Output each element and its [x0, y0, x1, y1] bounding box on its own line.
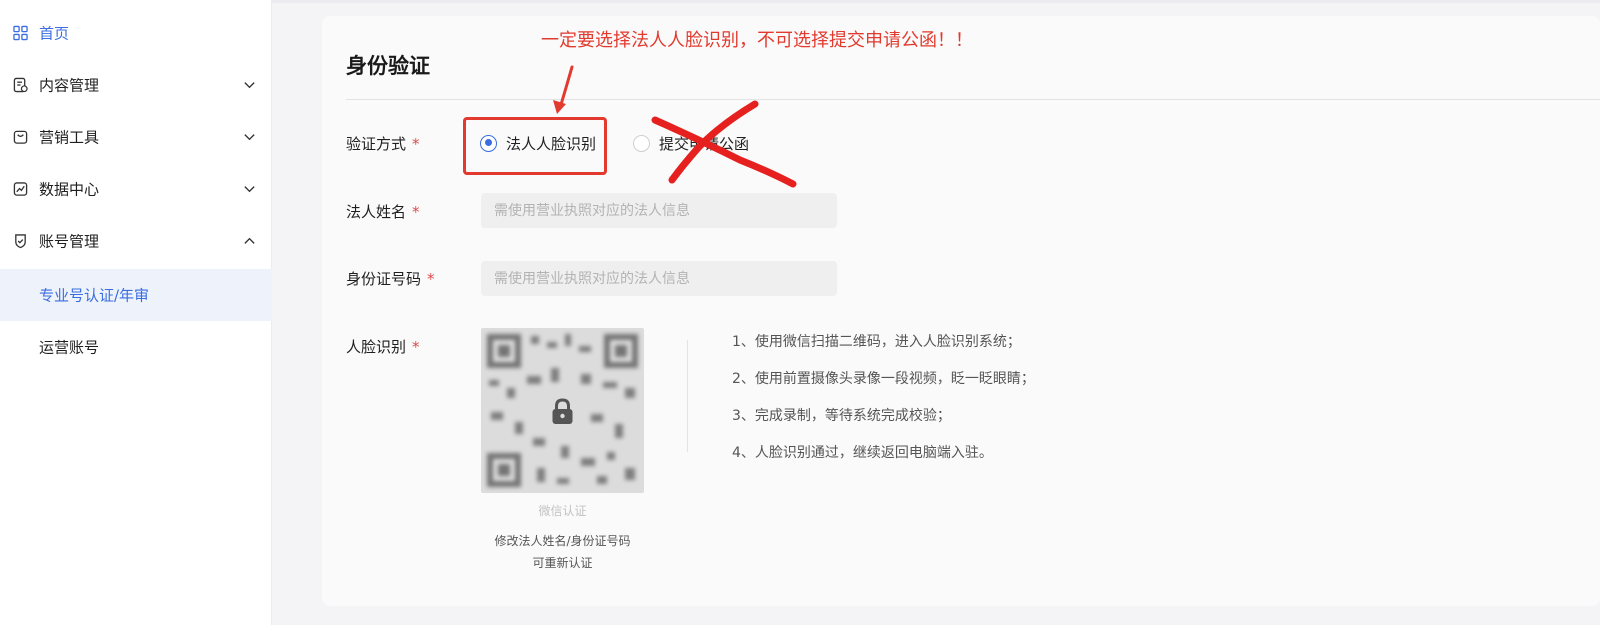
radio-button[interactable] [633, 134, 650, 152]
sidebar: 首页 内容管理 营销工具 数据中心 账号管理 专业号认证/年审 运营账号 [0, 0, 272, 625]
chevron-down-icon [244, 134, 255, 141]
sidebar-item-label: 运营账号 [39, 338, 100, 357]
sidebar-item-label: 营销工具 [39, 128, 100, 147]
required-mark: * [412, 338, 420, 356]
chevron-up-icon [244, 237, 255, 244]
page-title: 身份验证 [346, 54, 430, 78]
face-recognition-label: 人脸识别 * [346, 338, 420, 356]
chart-icon [13, 182, 28, 196]
annotation-highlight-box [463, 117, 607, 175]
verify-method-label: 验证方式 * [346, 135, 420, 153]
id-number-input[interactable] [481, 261, 837, 296]
sidebar-item-label: 首页 [39, 24, 70, 43]
chevron-down-icon [244, 82, 255, 89]
required-mark: * [427, 270, 435, 288]
radio-label: 提交申请公函 [659, 134, 750, 153]
sidebar-item-data-center[interactable]: 数据中心 [0, 163, 272, 215]
required-mark: * [412, 203, 420, 221]
instruction-step: 3、完成录制，等待系统完成校验； [732, 408, 951, 424]
sidebar-item-label: 数据中心 [39, 180, 100, 199]
sidebar-item-home[interactable]: 首页 [0, 7, 272, 59]
qr-caption: 微信认证 [538, 504, 587, 518]
qr-code[interactable] [481, 328, 644, 493]
sidebar-item-label: 内容管理 [39, 76, 100, 95]
sidebar-subitem-pro-certification[interactable]: 专业号认证/年审 [0, 269, 272, 321]
sidebar-item-label: 专业号认证/年审 [39, 286, 150, 305]
sidebar-item-marketing-tools[interactable]: 营销工具 [0, 111, 272, 163]
instruction-step: 4、人脸识别通过，继续返回电脑端入驻。 [732, 445, 993, 461]
vertical-divider [687, 340, 688, 452]
sidebar-item-label: 账号管理 [39, 232, 100, 251]
legal-name-label: 法人姓名 * [346, 203, 420, 221]
sidebar-item-account-management[interactable]: 账号管理 [0, 215, 272, 267]
title-divider [346, 99, 1600, 100]
qr-note: 修改法人姓名/身份证号码 可重新认证 [494, 534, 631, 570]
bag-icon [13, 130, 28, 144]
instruction-step: 2、使用前置摄像头录像一段视频，眨一眨眼睛； [732, 371, 1035, 387]
annotation-text: 一定要选择法人人脸识别，不可选择提交申请公函！！ [541, 30, 973, 51]
instruction-step: 1、使用微信扫描二维码，进入人脸识别系统； [732, 334, 1021, 350]
lock-icon [552, 398, 573, 424]
grid-icon [13, 25, 28, 41]
sidebar-subitem-operating-account[interactable]: 运营账号 [0, 321, 272, 373]
chevron-down-icon [244, 186, 255, 193]
shield-check-icon [15, 234, 26, 249]
sidebar-item-content-management[interactable]: 内容管理 [0, 59, 272, 111]
legal-name-input[interactable] [481, 193, 837, 228]
id-number-label: 身份证号码 * [346, 270, 435, 288]
document-icon [13, 77, 28, 93]
required-mark: * [412, 135, 420, 153]
radio-submit-letter[interactable]: 提交申请公函 [633, 131, 749, 155]
